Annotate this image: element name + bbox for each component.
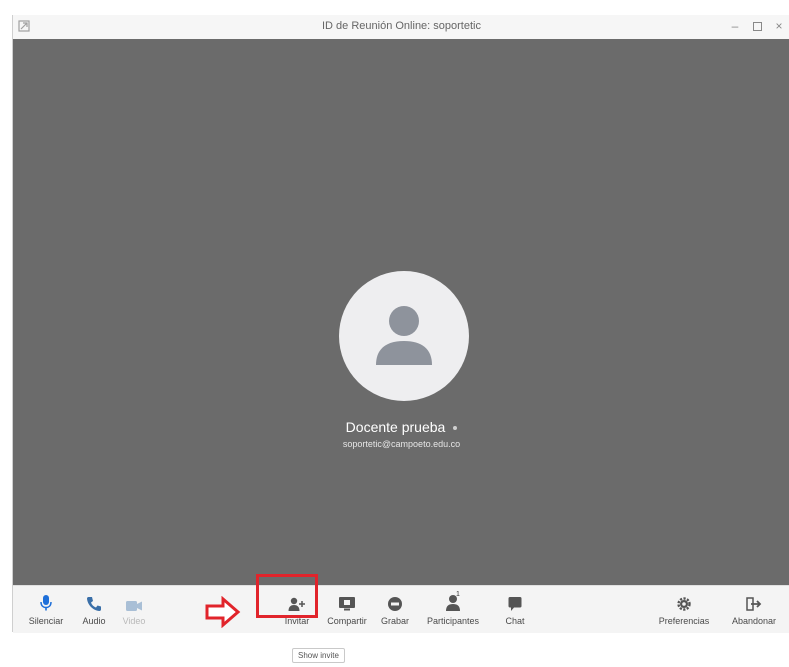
chat-button[interactable]: Chat (489, 592, 541, 626)
chat-label: Chat (505, 616, 525, 626)
video-label: Video (122, 616, 146, 626)
preferences-button[interactable]: Preferencias (658, 592, 710, 626)
video-icon (126, 601, 142, 611)
screen-share-icon (339, 597, 355, 611)
exit-icon (746, 597, 762, 611)
participant-name-text: Docente prueba (345, 419, 446, 435)
person-icon (376, 306, 432, 365)
audio-label: Audio (82, 616, 106, 626)
preferences-label: Preferencias (658, 616, 710, 626)
participant-name: Docente prueba (13, 419, 789, 435)
chat-icon (508, 597, 522, 611)
invite-highlight-box (256, 574, 318, 618)
meeting-toolbar: Silenciar Audio Video Invitar Compartir … (13, 585, 789, 633)
tooltip: Show invite (292, 648, 345, 663)
record-icon (388, 597, 402, 611)
mute-button[interactable]: Silenciar (20, 592, 72, 626)
avatar (339, 271, 469, 401)
video-button[interactable]: Video (108, 592, 160, 626)
leave-label: Abandonar (731, 616, 777, 626)
leave-button[interactable]: Abandonar (728, 592, 780, 626)
arrow-right-icon (205, 596, 241, 628)
window-controls: – × (728, 18, 786, 34)
record-button[interactable]: Grabar (369, 592, 421, 626)
participants-label: Participantes (426, 616, 480, 626)
video-stage: Docente prueba soportetic@campoeto.edu.c… (13, 39, 789, 585)
phone-icon (87, 597, 101, 611)
close-icon[interactable]: × (772, 18, 786, 34)
share-button[interactable]: Compartir (321, 592, 373, 626)
title-bar: ID de Reunión Online: soportetic – × (13, 15, 789, 40)
share-label: Compartir (327, 616, 367, 626)
minimize-icon[interactable]: – (728, 18, 742, 34)
status-dot (453, 426, 458, 431)
participant-email: soportetic@campoeto.edu.co (342, 439, 461, 449)
meeting-window: ID de Reunión Online: soportetic – × Doc… (12, 15, 789, 633)
window-title: ID de Reunión Online: soportetic (322, 20, 481, 32)
mute-label: Silenciar (28, 616, 64, 626)
participants-button[interactable]: 1 Participantes (426, 591, 480, 626)
gear-icon (677, 597, 691, 611)
participants-count-badge: 1 (456, 591, 460, 598)
microphone-icon (40, 595, 52, 611)
record-label: Grabar (380, 616, 409, 626)
maximize-icon[interactable] (750, 18, 764, 34)
